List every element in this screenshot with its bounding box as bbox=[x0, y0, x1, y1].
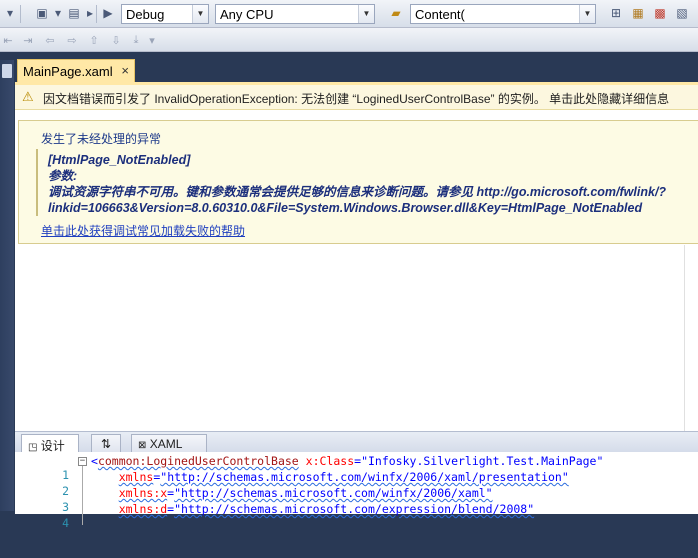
tool-icon[interactable]: ⇦ bbox=[42, 32, 58, 48]
error-infobar[interactable]: ⚠ 因文档错误而引发了 InvalidOperationException: 无… bbox=[15, 85, 698, 110]
error-heading: 发生了未经处理的异常 bbox=[41, 132, 162, 146]
toolbox-icon[interactable]: ▧ bbox=[674, 5, 690, 21]
tab-mainpage-xaml[interactable]: MainPage.xaml × bbox=[17, 59, 135, 82]
start-debugging-icon[interactable]: ▶ bbox=[100, 5, 116, 21]
left-dock-strip bbox=[0, 60, 14, 511]
tab-design[interactable]: ◳ 设计 bbox=[21, 434, 79, 453]
find-icon[interactable]: ⊞ bbox=[608, 5, 624, 21]
configuration-value: Debug bbox=[126, 7, 165, 22]
tab-xaml-label: XAML bbox=[149, 437, 183, 451]
infobar-message: 因文档错误而引发了 InvalidOperationException: 无法创… bbox=[43, 92, 670, 106]
xaml-designer: ⚠ 因文档错误而引发了 InvalidOperationException: 无… bbox=[15, 82, 698, 530]
code-attribute: xmlns bbox=[118, 470, 154, 484]
platform-value: Any CPU bbox=[220, 7, 274, 22]
save-all-icon[interactable]: ▤ bbox=[66, 5, 82, 21]
standard-toolbar: ▾ ▣ ▾ ▤ ▸ ▶ Debug ▼ Any CPU ▼ ▰ Content(… bbox=[0, 0, 698, 28]
xaml-code-editor[interactable]: 1 − <common:LoginedUserControlBase x:Cla… bbox=[15, 452, 698, 530]
tab-xaml[interactable]: ⊠ XAML bbox=[131, 434, 207, 453]
platform-select[interactable]: Any CPU ▼ bbox=[215, 4, 375, 24]
code-line: 3 xmlns:x="http://schemas.microsoft.com/… bbox=[15, 486, 698, 514]
code-attribute: xmlns:x bbox=[118, 486, 168, 500]
code-value: "http://schemas.microsoft.com/winfx/2006… bbox=[174, 486, 493, 500]
toolbar-dropdown-icon[interactable]: ▾ bbox=[2, 5, 18, 21]
toolbar-separator bbox=[96, 5, 97, 23]
line-number: 4 bbox=[62, 516, 69, 530]
xaml-icon: ⊠ bbox=[138, 440, 147, 451]
code-value: "Infosky.Silverlight.Test.MainPage" bbox=[361, 454, 604, 468]
tool-icon[interactable]: ⇤ bbox=[0, 32, 16, 48]
code-line: 1 − <common:LoginedUserControlBase x:Cla… bbox=[15, 454, 698, 482]
toolbar-separator bbox=[20, 5, 21, 23]
help-link[interactable]: 单击此处获得调试常见加载失败的帮助 bbox=[41, 222, 245, 239]
save-icon[interactable]: ▣ bbox=[34, 5, 50, 21]
close-icon[interactable]: × bbox=[121, 63, 129, 78]
tool-icon[interactable]: ⇩ bbox=[108, 32, 124, 48]
code-attribute: xmlns:d bbox=[118, 502, 168, 516]
error-details-panel: 发生了未经处理的异常 [HtmlPage_NotEnabled] 参数: 调试资… bbox=[18, 120, 698, 244]
tool-icon[interactable]: ⇧ bbox=[86, 32, 102, 48]
save-dropdown-icon[interactable]: ▾ bbox=[50, 5, 66, 21]
tool-icon[interactable]: ⇥ bbox=[20, 32, 36, 48]
code-tag: common:LoginedUserControlBase bbox=[97, 454, 299, 468]
vertical-scrollbar[interactable] bbox=[684, 245, 698, 435]
find-in-files-icon[interactable]: ▰ bbox=[388, 5, 404, 21]
pin-icon[interactable] bbox=[2, 64, 12, 78]
find-value: Content( bbox=[415, 7, 465, 22]
code-line: 4 xmlns:d="http://schemas.microsoft.com/… bbox=[15, 502, 698, 530]
exception-details: [HtmlPage_NotEnabled] 参数: 调试资源字符串不可用。键和参… bbox=[36, 149, 698, 216]
warning-icon: ⚠ bbox=[22, 89, 34, 104]
tab-design-label: 设计 bbox=[40, 439, 65, 453]
exception-line: linkid=106663&Version=8.0.60310.0&File=S… bbox=[48, 201, 643, 215]
configuration-select[interactable]: Debug ▼ bbox=[121, 4, 209, 24]
properties-icon[interactable]: ▩ bbox=[652, 5, 668, 21]
swap-icon: ⇅ bbox=[100, 437, 112, 451]
exception-line: [HtmlPage_NotEnabled] bbox=[48, 153, 191, 167]
view-split-bar: ◳ 设计 ⇅ ⊠ XAML bbox=[15, 431, 698, 453]
toolbar-dropdown-icon[interactable]: ▾ bbox=[144, 32, 160, 48]
text-editor-toolbar: ⇤ ⇥ ⇦ ⇨ ⇧ ⇩ ⤓ ▾ bbox=[0, 28, 698, 52]
code-value: "http://schemas.microsoft.com/expression… bbox=[174, 502, 535, 516]
solution-explorer-icon[interactable]: ▦ bbox=[630, 5, 646, 21]
exception-line: 参数: bbox=[48, 169, 78, 183]
design-surface[interactable] bbox=[15, 253, 698, 433]
swap-panes-button[interactable]: ⇅ bbox=[91, 434, 121, 453]
code-attribute: x:Class bbox=[298, 454, 355, 468]
exception-line: 调试资源字符串不可用。键和参数通常会提供足够的信息来诊断问题。请参见 http:… bbox=[48, 185, 667, 199]
code-punctuation: < bbox=[91, 454, 98, 468]
code-value: "http://schemas.microsoft.com/winfx/2006… bbox=[160, 470, 569, 484]
find-combo[interactable]: Content( ▼ bbox=[410, 4, 596, 24]
code-line: 2 xmlns="http://schemas.microsoft.com/wi… bbox=[15, 470, 698, 498]
chevron-down-icon[interactable]: ▼ bbox=[358, 5, 374, 23]
tool-icon[interactable]: ⤓ bbox=[128, 32, 144, 48]
collapse-icon[interactable]: − bbox=[78, 457, 87, 466]
tool-icon[interactable]: ⇨ bbox=[64, 32, 80, 48]
tab-label: MainPage.xaml bbox=[23, 64, 113, 79]
chevron-down-icon[interactable]: ▼ bbox=[579, 5, 595, 23]
chevron-down-icon[interactable]: ▼ bbox=[192, 5, 208, 23]
